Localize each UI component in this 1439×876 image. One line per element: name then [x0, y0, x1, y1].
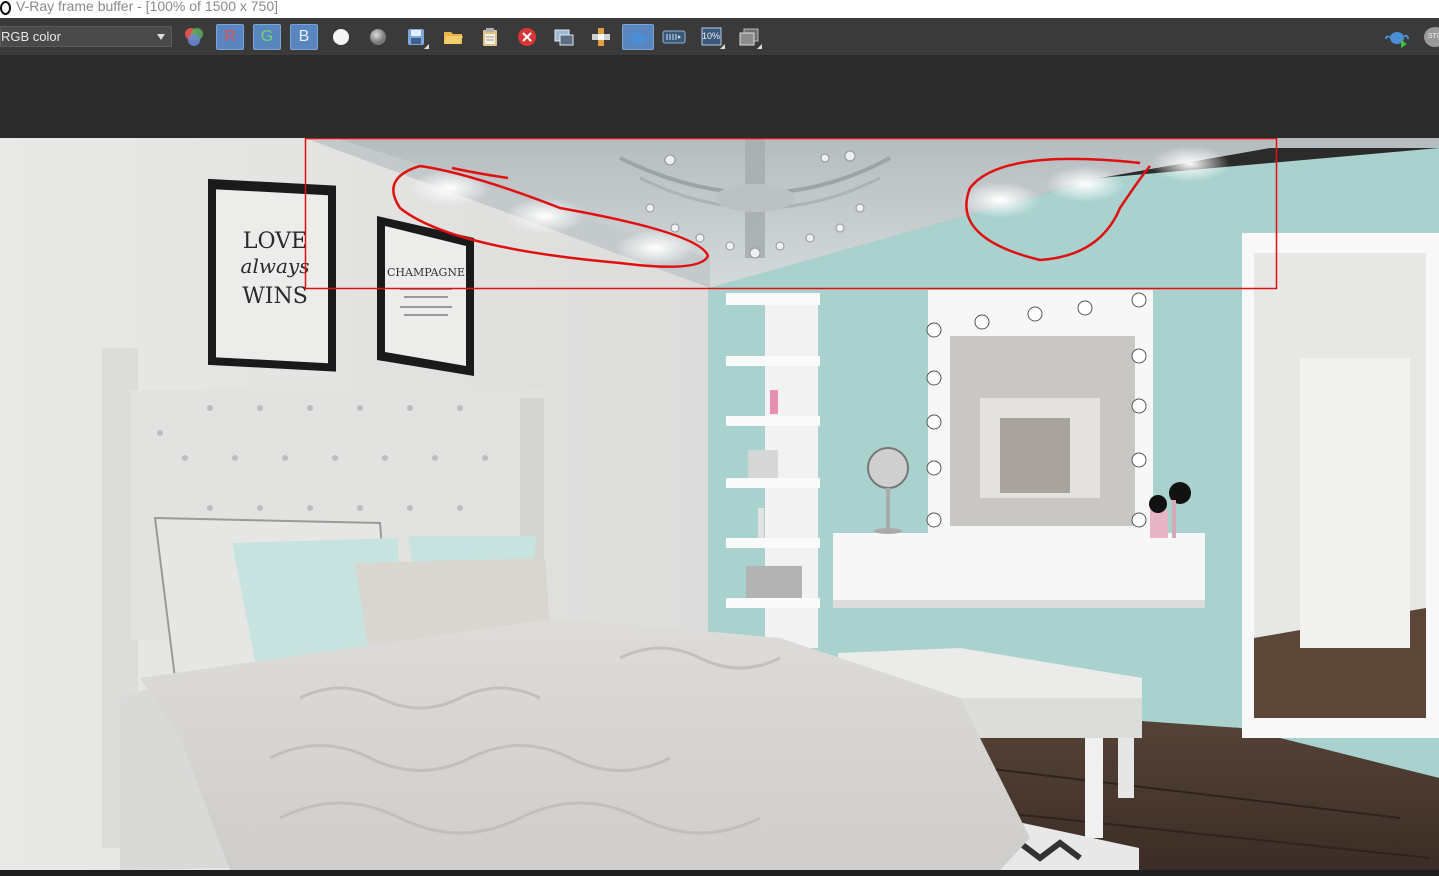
toolbar: RGB color R G B 10% ST — [0, 18, 1439, 56]
chevron-down-icon — [157, 34, 165, 40]
blue-channel-button[interactable]: B — [290, 24, 318, 50]
teapot-start-icon[interactable] — [1384, 24, 1412, 50]
vray-app-icon — [0, 1, 11, 15]
standing-mirror — [1242, 233, 1439, 738]
channel-dropdown[interactable]: RGB color — [0, 26, 172, 47]
stop-icon[interactable]: STO — [1421, 24, 1439, 50]
red-channel-label: R — [224, 28, 236, 45]
history-icon[interactable] — [735, 24, 763, 50]
zoom-10-icon[interactable]: 10% — [698, 24, 726, 50]
open-folder-icon[interactable] — [439, 24, 467, 50]
wall-art-love-always-wins: LOVE always WINS — [208, 178, 336, 372]
save-icon[interactable] — [402, 24, 430, 50]
wall-art-line-1: LOVE — [243, 229, 307, 254]
gray-circle-icon[interactable] — [364, 24, 392, 50]
blue-channel-label: B — [298, 28, 310, 45]
lens-effects-icon[interactable] — [660, 24, 688, 50]
wall-art-line-2: always — [241, 254, 310, 278]
rendered-image[interactable]: LOVE always WINS CHAMPAGNE — [0, 138, 1439, 870]
title-bar: V-Ray frame buffer - [100% of 1500 x 750… — [0, 0, 1439, 18]
region-render-icon[interactable] — [550, 24, 578, 50]
vanity-desk — [833, 533, 1205, 605]
zoom-10-label: 10% — [702, 31, 721, 41]
menu-corner-icon — [424, 44, 429, 49]
wall-art-champagne: CHAMPAGNE — [377, 216, 474, 376]
red-channel-button[interactable]: R — [216, 24, 244, 50]
green-channel-button[interactable]: G — [253, 24, 281, 50]
clear-icon[interactable] — [513, 24, 541, 50]
wall-art-line-3: WINS — [242, 284, 308, 309]
status-bar — [0, 870, 1439, 876]
teapot-render-icon[interactable] — [622, 24, 654, 50]
wall-art-2-line-1: CHAMPAGNE — [387, 266, 465, 279]
track-mouse-icon[interactable] — [587, 24, 615, 50]
channel-dropdown-value: RGB color — [1, 29, 61, 44]
stop-label: STO — [1424, 27, 1439, 47]
frame-buffer-background — [0, 56, 1439, 138]
white-circle-icon[interactable] — [327, 24, 355, 50]
green-channel-label: G — [260, 28, 274, 45]
menu-corner-icon — [757, 44, 762, 49]
vanity-mirror — [926, 290, 1153, 533]
window-title: V-Ray frame buffer - [100% of 1500 x 750… — [16, 0, 279, 14]
menu-corner-icon — [720, 44, 725, 49]
clipboard-icon[interactable] — [476, 24, 504, 50]
color-balls-icon[interactable] — [180, 24, 208, 50]
